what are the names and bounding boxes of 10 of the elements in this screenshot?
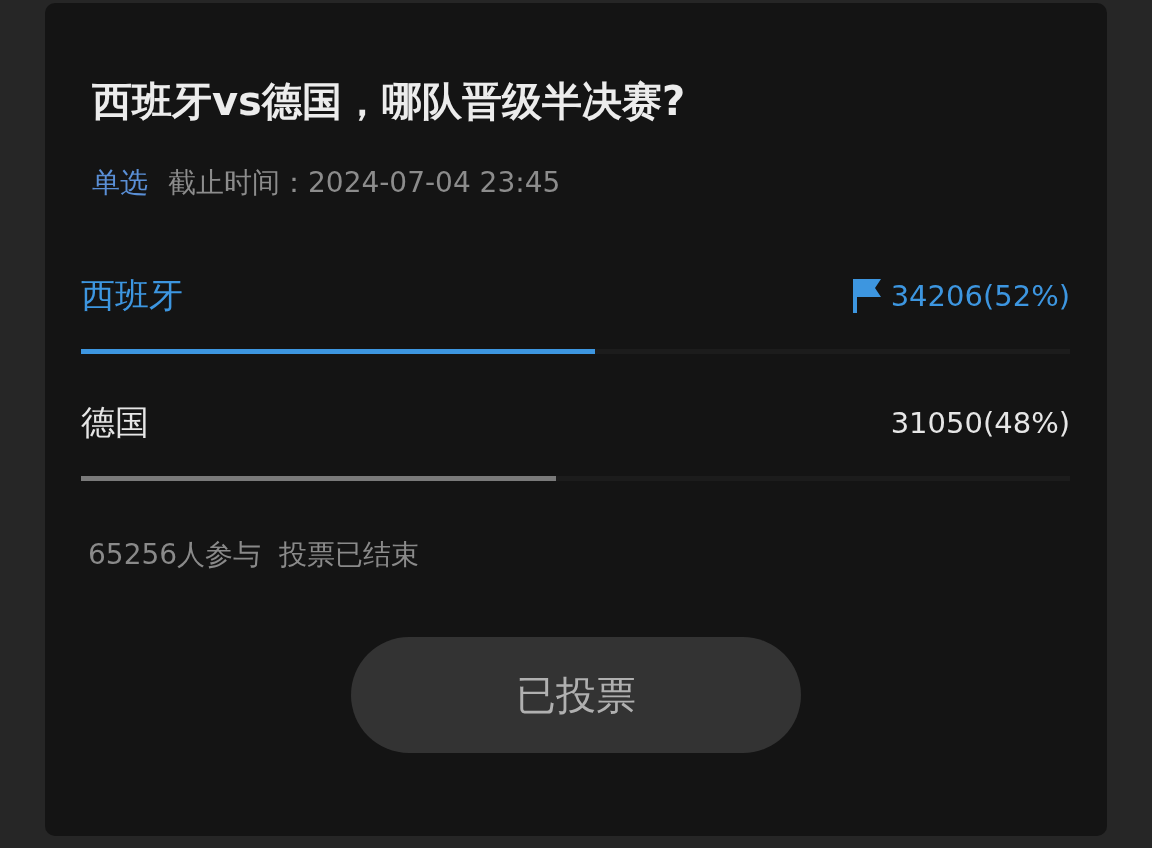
vote-count: 34206(52%) [890,279,1070,313]
vote-count: 31050(48%) [890,406,1070,440]
poll-title: 西班牙vs德国，哪队晋级半决赛? [92,77,687,126]
poll-type-label: 单选 [92,165,148,201]
deadline-text: 截止时间：2024-07-04 23:45 [168,165,561,201]
participants-text: 65256人参与 [88,537,262,573]
flag-icon [850,278,883,314]
option-label: 西班牙 [81,274,183,317]
status-text: 投票已结束 [279,537,420,573]
option-label: 德国 [81,401,149,444]
